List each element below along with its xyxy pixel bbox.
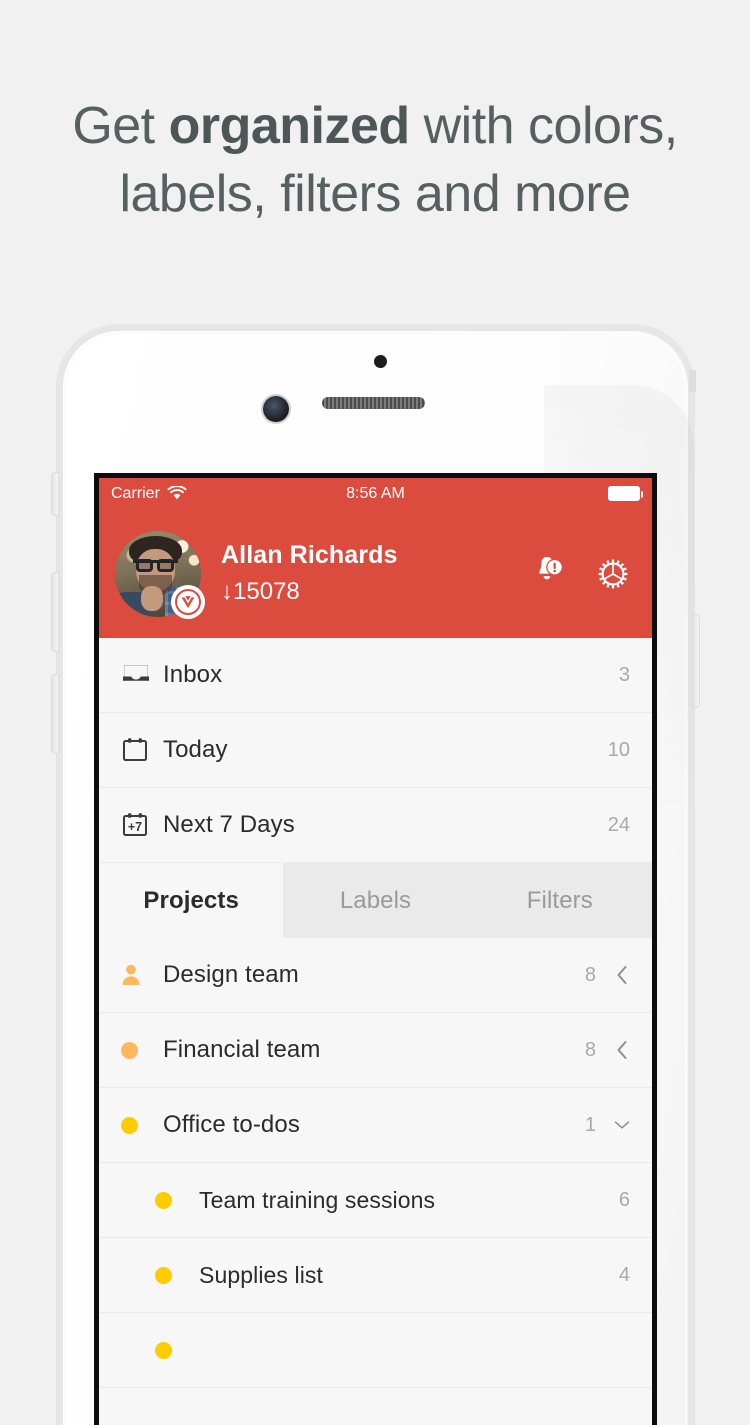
nav-item-count: 24 xyxy=(607,813,630,836)
bell-alert-icon[interactable] xyxy=(528,556,564,591)
tab-filters[interactable]: Filters xyxy=(468,863,652,938)
phone-screen: Carrier 8:56 AM Allan Richards ↓15078 In… xyxy=(94,473,657,1425)
avatar[interactable] xyxy=(115,530,205,619)
project-row-team-training-sessions[interactable]: Team training sessions 6 xyxy=(99,1163,652,1238)
shared-project-person-icon xyxy=(121,964,163,986)
nav-item-label: Today xyxy=(163,736,228,763)
header-actions xyxy=(528,556,630,591)
project-label: Office to-dos xyxy=(163,1111,300,1138)
volume-up-button[interactable] xyxy=(52,573,58,651)
avatar-glasses-right xyxy=(157,558,175,572)
inbox-icon xyxy=(121,662,163,688)
project-row-supplies-list[interactable]: Supplies list 4 xyxy=(99,1238,652,1313)
ring-silent-switch[interactable] xyxy=(52,473,58,515)
avatar-glasses-left xyxy=(135,558,153,572)
chevron-down-icon[interactable] xyxy=(614,1119,630,1131)
nav-item-count: 10 xyxy=(607,738,630,761)
project-dot-icon xyxy=(155,1266,199,1284)
phone-mockup: Carrier 8:56 AM Allan Richards ↓15078 In… xyxy=(52,325,699,1425)
nav-item-count: 3 xyxy=(618,663,630,686)
battery-icon xyxy=(608,486,643,501)
status-bar: Carrier 8:56 AM xyxy=(99,478,652,509)
project-label: Financial team xyxy=(163,1036,321,1063)
tab-labels[interactable]: Labels xyxy=(283,863,467,938)
earpiece-speaker-icon xyxy=(322,397,425,409)
svg-text:+7: +7 xyxy=(128,820,142,834)
project-count: 4 xyxy=(618,1263,630,1286)
project-row-office-to-dos[interactable]: Office to-dos 1 xyxy=(99,1088,652,1163)
project-count: 1 xyxy=(584,1113,596,1136)
volume-down-button[interactable] xyxy=(52,675,58,753)
status-bar-time: 8:56 AM xyxy=(346,484,405,502)
project-label: Team training sessions xyxy=(199,1186,436,1213)
project-count: 6 xyxy=(618,1188,630,1211)
nav-item-next-7-days[interactable]: +7 Next 7 Days 24 xyxy=(99,788,652,863)
project-row-partial[interactable] xyxy=(99,1313,652,1388)
gear-icon[interactable] xyxy=(596,557,630,591)
headline-post: with colors, xyxy=(409,97,679,155)
user-name: Allan Richards xyxy=(221,541,398,569)
project-dot-icon xyxy=(121,1116,163,1134)
chevron-left-icon[interactable] xyxy=(614,965,630,985)
front-camera-icon xyxy=(263,396,289,422)
tab-projects[interactable]: Projects xyxy=(99,863,284,938)
page-title: Get organized with colors, labels, filte… xyxy=(0,92,750,228)
nav-item-inbox[interactable]: Inbox 3 xyxy=(99,638,652,713)
proximity-sensor-icon xyxy=(374,355,387,368)
headline-line-1: Get organized with colors, xyxy=(0,92,750,160)
power-button[interactable] xyxy=(693,615,699,707)
tab-bar: Projects Labels Filters xyxy=(99,863,652,938)
project-dot-icon xyxy=(155,1341,199,1359)
nav-item-label: Next 7 Days xyxy=(163,811,295,838)
chevron-left-icon[interactable] xyxy=(614,1040,630,1060)
project-row-financial-team[interactable]: Financial team 8 xyxy=(99,1013,652,1088)
karma-badge-icon xyxy=(171,584,205,619)
avatar-hand xyxy=(140,585,164,612)
project-label: Design team xyxy=(163,961,299,988)
nav-item-today[interactable]: Today 10 xyxy=(99,713,652,788)
headline-pre: Get xyxy=(72,97,169,155)
calendar-icon xyxy=(121,736,163,764)
project-count: 8 xyxy=(584,1038,596,1061)
project-count: 8 xyxy=(584,963,596,986)
project-label: Supplies list xyxy=(199,1261,324,1288)
app-header: Allan Richards ↓15078 xyxy=(99,509,652,638)
status-bar-right xyxy=(608,486,643,501)
user-karma: ↓15078 xyxy=(221,578,300,605)
calendar-next-7-days-icon: +7 xyxy=(121,811,163,839)
project-dot-icon xyxy=(121,1041,163,1059)
project-dot-icon xyxy=(155,1191,199,1209)
nav-item-label: Inbox xyxy=(163,661,223,688)
headline-bold: organized xyxy=(168,97,411,155)
project-row-design-team[interactable]: Design team 8 xyxy=(99,938,652,1013)
headline-line-2: labels, filters and more xyxy=(119,165,631,223)
antenna-band xyxy=(689,370,696,392)
user-info: Allan Richards ↓15078 xyxy=(221,541,397,606)
